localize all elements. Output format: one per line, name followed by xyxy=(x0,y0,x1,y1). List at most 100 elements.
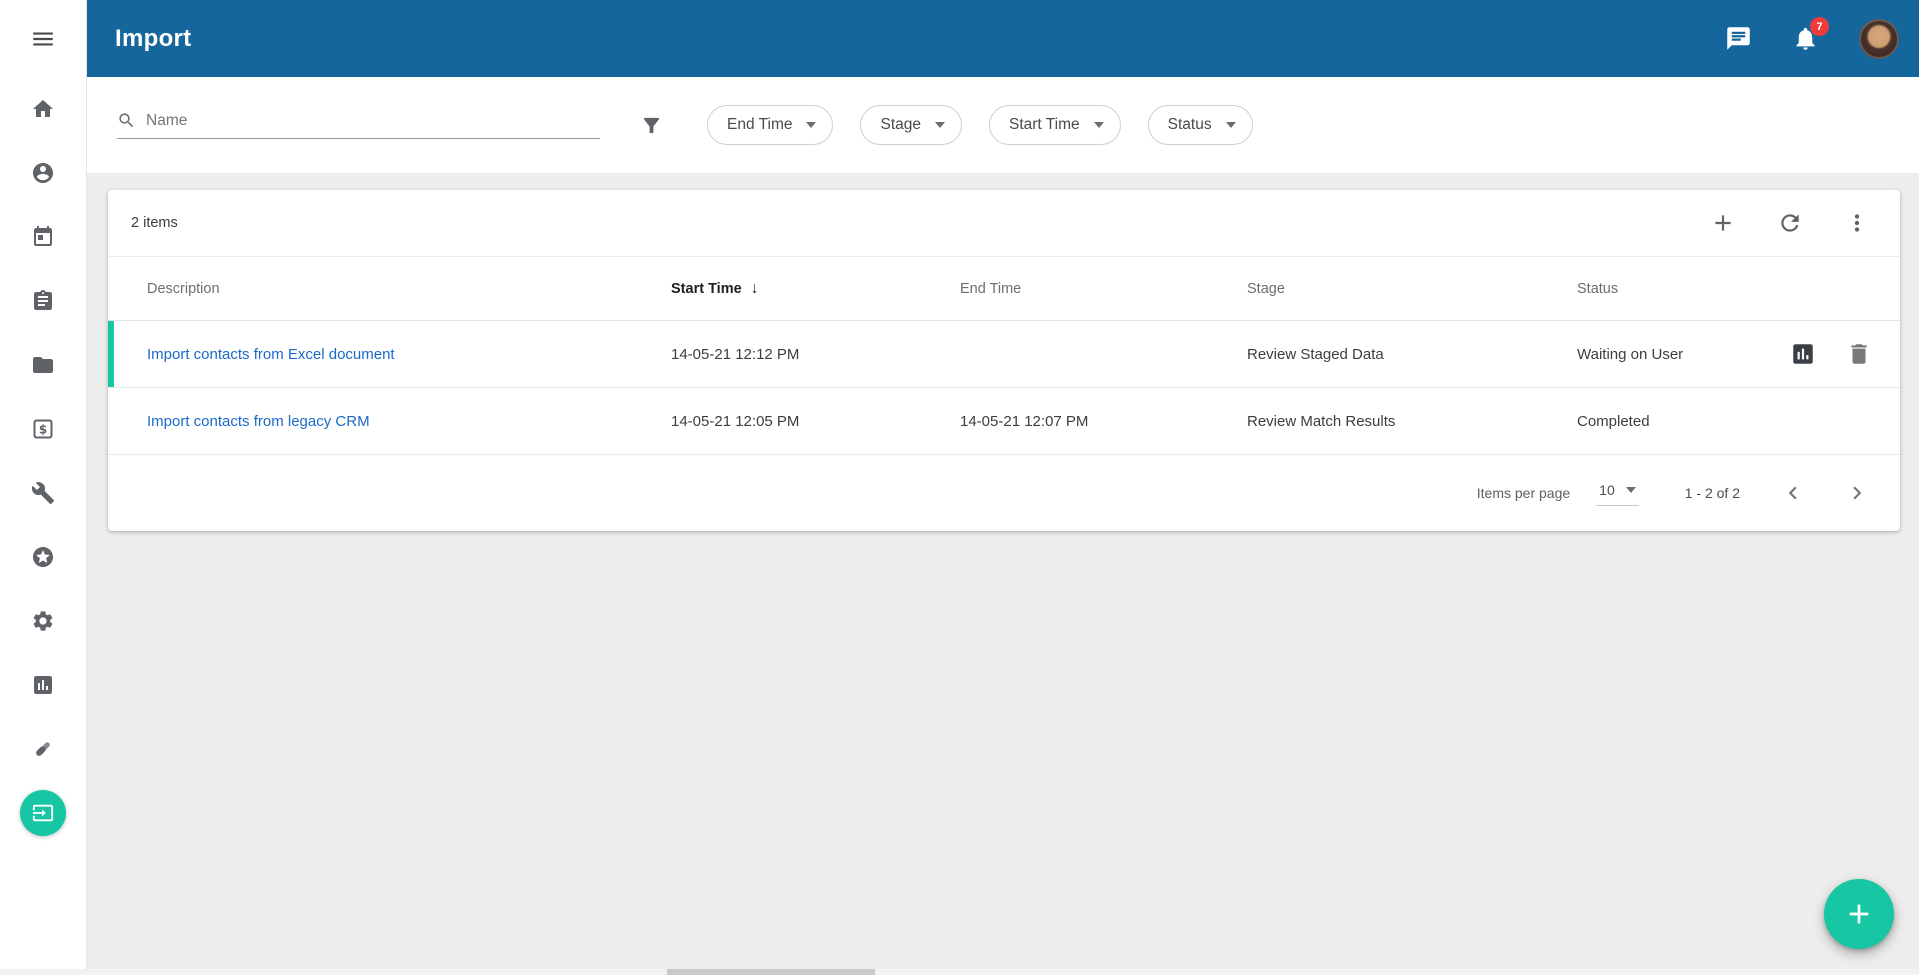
cell-start-time: 14-05-21 12:12 PM xyxy=(671,346,960,363)
cell-end-time: 14-05-21 12:07 PM xyxy=(960,413,1247,430)
delete-button[interactable] xyxy=(1846,341,1872,367)
cell-description: Import contacts from legacy CRM xyxy=(147,413,671,430)
filter-pill-label: End Time xyxy=(727,116,792,134)
filter-button[interactable] xyxy=(640,114,663,137)
view-summary-button[interactable] xyxy=(1790,341,1816,367)
sidebar-item-reports[interactable] xyxy=(0,653,86,717)
search-input[interactable] xyxy=(146,112,600,130)
sidebar-item-billing[interactable]: $ xyxy=(0,397,86,461)
header-actions: 7 xyxy=(1725,19,1899,59)
import-list-card: 2 items Description Start Time ↓ End Tim… xyxy=(108,190,1900,531)
bar-chart-icon xyxy=(31,673,55,697)
refresh-button[interactable] xyxy=(1777,210,1803,236)
notifications-button[interactable]: 7 xyxy=(1792,25,1819,52)
status-text: Waiting on User xyxy=(1577,346,1683,363)
filter-pill-end-time[interactable]: End Time xyxy=(707,105,833,145)
column-header-label: Start Time xyxy=(671,281,742,297)
gear-icon xyxy=(31,609,55,633)
tasks-icon xyxy=(31,289,55,313)
chevron-down-icon xyxy=(806,122,816,128)
sidebar-item-contacts[interactable] xyxy=(0,141,86,205)
column-header-end-time[interactable]: End Time xyxy=(960,281,1247,297)
column-header-description[interactable]: Description xyxy=(147,281,671,297)
chevron-right-icon xyxy=(1844,480,1870,506)
scrollbar-thumb[interactable] xyxy=(667,969,875,975)
table-row[interactable]: Import contacts from legacy CRM 14-05-21… xyxy=(108,388,1900,455)
filter-pill-stage[interactable]: Stage xyxy=(860,105,962,145)
cell-stage: Review Match Results xyxy=(1247,413,1577,430)
svg-text:$: $ xyxy=(39,423,47,437)
chat-icon xyxy=(1725,25,1752,52)
sidebar-item-tools[interactable] xyxy=(0,461,86,525)
page-range-label: 1 - 2 of 2 xyxy=(1685,485,1740,501)
page-size-value: 10 xyxy=(1599,482,1615,498)
sidebar-item-home[interactable] xyxy=(0,77,86,141)
cell-status: Waiting on User xyxy=(1577,341,1872,367)
page-title: Import xyxy=(115,25,191,53)
sort-desc-icon: ↓ xyxy=(751,280,759,298)
handshake-icon xyxy=(31,737,55,761)
chat-button[interactable] xyxy=(1725,25,1752,52)
sidebar-item-deals[interactable] xyxy=(0,717,86,781)
status-text: Completed xyxy=(1577,413,1650,430)
calendar-icon xyxy=(31,225,55,249)
import-record-link[interactable]: Import contacts from legacy CRM xyxy=(147,413,370,430)
menu-button[interactable] xyxy=(0,0,86,77)
cell-start-time: 14-05-21 12:05 PM xyxy=(671,413,960,430)
previous-page-button[interactable] xyxy=(1780,480,1806,506)
import-icon xyxy=(20,790,66,836)
kebab-menu-icon xyxy=(1844,210,1870,236)
table-row[interactable]: Import contacts from Excel document 14-0… xyxy=(108,321,1900,388)
filter-pill-status[interactable]: Status xyxy=(1148,105,1253,145)
dollar-icon: $ xyxy=(31,417,55,441)
wrench-icon xyxy=(31,481,55,505)
list-toolbar: 2 items xyxy=(108,190,1900,257)
items-count: 2 items xyxy=(131,215,178,231)
search-field[interactable] xyxy=(117,111,600,139)
filter-pill-label: Status xyxy=(1168,116,1212,134)
plus-icon xyxy=(1843,898,1875,930)
new-import-fab[interactable] xyxy=(1824,879,1894,949)
filter-bar: End Time Stage Start Time Status xyxy=(87,77,1919,173)
filter-pill-start-time[interactable]: Start Time xyxy=(989,105,1121,145)
chevron-down-icon xyxy=(935,122,945,128)
cell-description: Import contacts from Excel document xyxy=(147,346,671,363)
items-per-page-label: Items per page xyxy=(1477,485,1570,501)
filter-pill-label: Stage xyxy=(880,116,921,134)
chevron-down-icon xyxy=(1226,122,1236,128)
filter-funnel-icon xyxy=(640,114,663,137)
bar-chart-icon xyxy=(1790,341,1816,367)
table-header-row: Description Start Time ↓ End Time Stage … xyxy=(108,257,1900,321)
sidebar-item-import[interactable] xyxy=(0,781,86,845)
sidebar-item-documents[interactable] xyxy=(0,333,86,397)
next-page-button[interactable] xyxy=(1844,480,1870,506)
cell-status: Completed xyxy=(1577,413,1872,430)
horizontal-scrollbar[interactable] xyxy=(0,969,1919,975)
page-size-select[interactable]: 10 xyxy=(1596,480,1639,506)
add-button[interactable] xyxy=(1710,210,1736,236)
column-header-stage[interactable]: Stage xyxy=(1247,281,1577,297)
refresh-icon xyxy=(1777,210,1803,236)
chevron-down-icon xyxy=(1626,487,1636,493)
star-circle-icon xyxy=(31,545,55,569)
trash-icon xyxy=(1846,341,1872,367)
row-actions xyxy=(1790,341,1872,367)
paginator: Items per page 10 1 - 2 of 2 xyxy=(108,455,1900,531)
hamburger-menu-icon xyxy=(30,26,56,52)
contacts-icon xyxy=(31,161,55,185)
more-options-button[interactable] xyxy=(1844,210,1870,236)
filter-pill-label: Start Time xyxy=(1009,116,1080,134)
column-header-status[interactable]: Status xyxy=(1577,281,1872,297)
sidebar-item-calendar[interactable] xyxy=(0,205,86,269)
column-header-start-time[interactable]: Start Time ↓ xyxy=(671,280,960,298)
toolbar-actions xyxy=(1710,210,1870,236)
chevron-left-icon xyxy=(1780,480,1806,506)
sidebar-item-settings[interactable] xyxy=(0,589,86,653)
home-icon xyxy=(31,97,55,121)
avatar[interactable] xyxy=(1859,19,1899,59)
sidebar-item-favorites[interactable] xyxy=(0,525,86,589)
sidebar-item-tasks[interactable] xyxy=(0,269,86,333)
sidebar: $ xyxy=(0,0,87,975)
import-record-link[interactable]: Import contacts from Excel document xyxy=(147,346,395,363)
plus-icon xyxy=(1710,210,1736,236)
